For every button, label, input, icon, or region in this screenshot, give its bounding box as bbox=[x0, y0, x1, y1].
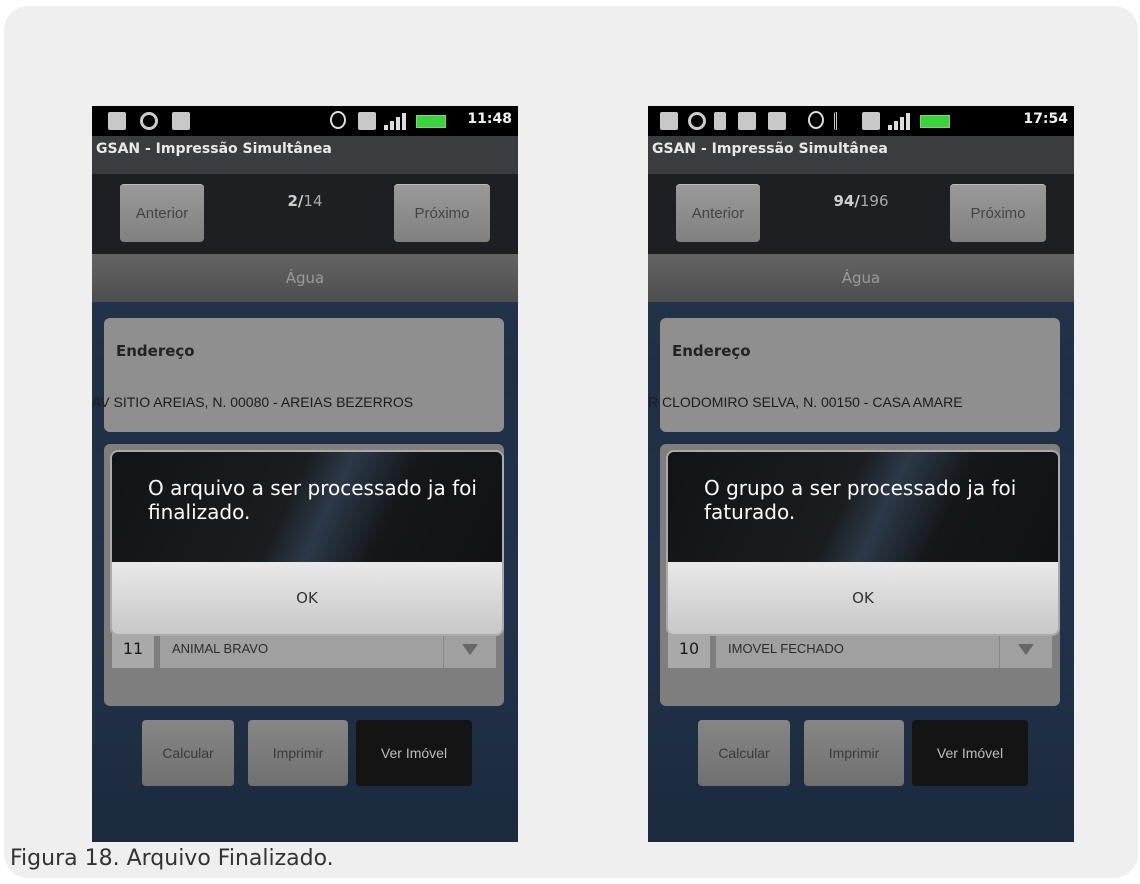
address-label: Endereço bbox=[116, 342, 195, 360]
notification-icon bbox=[108, 112, 126, 130]
vibrate-icon bbox=[834, 112, 855, 130]
anomaly-select-value: IMOVEL FECHADO bbox=[728, 641, 844, 656]
anomaly-code: 11 bbox=[112, 630, 154, 668]
dialog-message: O arquivo a ser processado ja foi finali… bbox=[148, 476, 477, 524]
print-button[interactable]: Imprimir bbox=[248, 720, 348, 786]
signal-icon bbox=[888, 112, 914, 130]
phone-screen-2: 17:54 GSAN - Impressão Simultânea Anteri… bbox=[648, 106, 1074, 842]
figure-caption: Figura 18. Arquivo Finalizado. bbox=[10, 846, 334, 871]
sd-card-icon bbox=[714, 112, 726, 130]
counter-total: 14 bbox=[303, 192, 323, 210]
view-property-button[interactable]: Ver Imóvel bbox=[356, 720, 472, 786]
battery-icon bbox=[416, 115, 446, 128]
dialog-body: O arquivo a ser processado ja foi finali… bbox=[112, 452, 502, 562]
address-label: Endereço bbox=[672, 342, 751, 360]
counter-current: 94/ bbox=[833, 192, 860, 210]
status-bar: 17:54 bbox=[648, 106, 1074, 136]
calculate-button[interactable]: Calcular bbox=[698, 720, 790, 786]
dialog-message: O grupo a ser processado ja foi faturado… bbox=[704, 476, 1017, 524]
print-button[interactable]: Imprimir bbox=[804, 720, 904, 786]
ok-button[interactable]: OK bbox=[112, 562, 502, 634]
view-property-button[interactable]: Ver Imóvel bbox=[912, 720, 1028, 786]
calculate-button[interactable]: Calcular bbox=[142, 720, 234, 786]
address-value: AV SITIO AREIAS, N. 00080 - AREIAS BEZER… bbox=[92, 394, 414, 410]
missed-call-icon bbox=[738, 112, 756, 130]
usb-icon bbox=[172, 112, 190, 130]
chevron-down-icon[interactable] bbox=[443, 630, 496, 668]
figure-frame: 11:48 GSAN - Impressão Simultânea Anteri… bbox=[4, 6, 1138, 878]
phone-screen-1: 11:48 GSAN - Impressão Simultânea Anteri… bbox=[92, 106, 518, 842]
anomaly-select-value: ANIMAL BRAVO bbox=[172, 641, 269, 656]
dialog-body: O grupo a ser processado ja foi faturado… bbox=[668, 452, 1058, 562]
hsdpa-icon bbox=[358, 112, 376, 130]
alert-dialog: O grupo a ser processado ja foi faturado… bbox=[668, 452, 1058, 634]
address-card: Endereço AV SITIO AREIAS, N. 00080 - ARE… bbox=[92, 318, 504, 432]
record-navigation: Anterior 94/196 Próximo bbox=[648, 174, 1074, 254]
ok-button[interactable]: OK bbox=[668, 562, 1058, 634]
counter-total: 196 bbox=[859, 192, 889, 210]
dialog-footer: OK bbox=[668, 562, 1058, 634]
record-navigation: Anterior 2/14 Próximo bbox=[92, 174, 518, 254]
status-bar: 11:48 bbox=[92, 106, 518, 136]
chevron-down-icon[interactable] bbox=[999, 630, 1052, 668]
signal-icon bbox=[384, 112, 410, 130]
sync-icon bbox=[688, 112, 706, 130]
battery-icon bbox=[920, 115, 950, 128]
tab-agua[interactable]: Água bbox=[92, 254, 518, 302]
bluetooth-icon bbox=[808, 111, 824, 129]
notification-icon bbox=[660, 112, 678, 130]
anomaly-select[interactable]: ANIMAL BRAVO bbox=[160, 630, 496, 668]
next-button[interactable]: Próximo bbox=[950, 184, 1046, 242]
app-title: GSAN - Impressão Simultânea bbox=[92, 136, 518, 174]
sync-icon bbox=[140, 112, 158, 130]
hsdpa-icon bbox=[862, 112, 880, 130]
next-button[interactable]: Próximo bbox=[394, 184, 490, 242]
status-time: 11:48 bbox=[467, 111, 512, 127]
dialog-footer: OK bbox=[112, 562, 502, 634]
bluetooth-icon bbox=[330, 111, 346, 129]
alert-dialog: O arquivo a ser processado ja foi finali… bbox=[112, 452, 502, 634]
anomaly-code: 10 bbox=[668, 630, 710, 668]
usb-icon bbox=[768, 112, 786, 130]
counter-current: 2/ bbox=[287, 192, 304, 210]
app-title: GSAN - Impressão Simultânea bbox=[648, 136, 1074, 174]
address-value: R CLODOMIRO SELVA, N. 00150 - CASA AMARE bbox=[648, 394, 963, 410]
anomaly-select[interactable]: IMOVEL FECHADO bbox=[716, 630, 1052, 668]
status-time: 17:54 bbox=[1023, 111, 1068, 127]
address-card: Endereço R CLODOMIRO SELVA, N. 00150 - C… bbox=[648, 318, 1060, 432]
tab-agua[interactable]: Água bbox=[648, 254, 1074, 302]
